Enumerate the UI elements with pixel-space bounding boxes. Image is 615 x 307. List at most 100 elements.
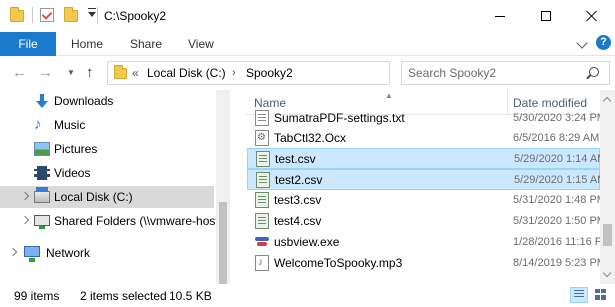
file-date: 6/5/2016 8:29 AM <box>513 132 600 144</box>
nav-item-shared-folders[interactable]: Shared Folders (\\vmware-host <box>0 210 219 232</box>
nav-item-label: Music <box>54 118 86 132</box>
nav-item-label: Shared Folders (\\vmware-host <box>54 214 219 228</box>
tab-home[interactable]: Home <box>71 32 103 56</box>
file-list-scrollbar[interactable] <box>600 90 615 284</box>
folder-icon <box>114 65 127 79</box>
large-icons-view-button[interactable] <box>592 287 610 303</box>
nav-item-label: Downloads <box>54 94 114 108</box>
help-icon[interactable]: ? <box>596 35 611 50</box>
navigation-pane-scrollbar[interactable] <box>216 90 230 284</box>
expand-icon[interactable] <box>20 191 30 201</box>
file-name: test3.csv <box>274 193 322 207</box>
ribbon-tabs: File Home Share View ? <box>0 32 615 56</box>
file-row[interactable]: usbview.exe 1/28/2016 11:16 PM <box>247 232 600 253</box>
tab-file[interactable]: File <box>0 32 56 56</box>
file-name: WelcomeToSpooky.mp3 <box>274 256 403 270</box>
file-row[interactable]: test4.csv 5/31/2020 1:50 PM <box>247 211 600 232</box>
scrollbar-thumb[interactable] <box>603 224 612 246</box>
breadcrumb-separator[interactable]: › <box>232 67 236 79</box>
file-name: test2.csv <box>275 173 323 187</box>
nav-item-local-disk[interactable]: Local Disk (C:) <box>0 186 214 208</box>
file-row[interactable]: SumatraPDF-settings.txt 5/30/2020 3:24 P… <box>247 108 600 129</box>
expand-icon[interactable] <box>20 215 30 225</box>
file-name: test4.csv <box>274 214 322 228</box>
navigation-pane: Downloads ♪ Music Pictures Videos Local … <box>0 90 230 284</box>
close-button[interactable] <box>569 0 615 32</box>
exe-file-icon <box>255 234 269 250</box>
back-arrow-icon[interactable]: ← <box>12 65 27 80</box>
file-row[interactable]: TabCtl32.Ocx 6/5/2016 8:29 AM <box>247 128 600 149</box>
search-box[interactable] <box>401 61 610 85</box>
file-name: test.csv <box>275 152 316 166</box>
file-row[interactable]: test2.csv 5/29/2020 1:15 AM <box>247 169 600 190</box>
file-row[interactable]: test3.csv 5/31/2020 1:48 PM <box>247 190 600 211</box>
file-name: SumatraPDF-settings.txt <box>274 111 405 125</box>
selection-count: 2 items selected <box>80 289 167 303</box>
downloads-icon <box>34 94 50 108</box>
breadcrumb-overflow[interactable]: « <box>132 66 139 80</box>
file-row[interactable]: test.csv 5/29/2020 1:14 AM <box>247 148 600 169</box>
minimize-button[interactable] <box>477 0 523 32</box>
nav-item-downloads[interactable]: Downloads <box>0 90 214 112</box>
address-bar[interactable]: « Local Disk (C:) › Spooky2 <box>107 61 486 85</box>
file-date: 5/31/2020 1:50 PM <box>513 215 600 227</box>
customize-quick-access-icon[interactable] <box>88 8 96 17</box>
item-count: 99 items <box>14 289 60 303</box>
csv-file-icon <box>256 151 270 167</box>
file-date: 5/30/2020 3:24 PM <box>513 112 600 124</box>
expand-icon[interactable] <box>8 247 18 257</box>
text-file-icon <box>255 110 269 126</box>
nav-item-network[interactable]: Network <box>0 242 214 264</box>
breadcrumb-local-disk[interactable]: Local Disk (C:) <box>147 66 226 80</box>
nav-item-pictures[interactable]: Pictures <box>0 138 214 160</box>
local-disk-icon <box>34 187 50 203</box>
csv-file-icon <box>256 172 270 188</box>
file-date: 5/29/2020 1:14 AM <box>514 153 600 165</box>
videos-icon <box>34 166 50 180</box>
recent-locations-icon[interactable]: ▼ <box>67 68 75 77</box>
scrollbar-thumb[interactable] <box>219 202 227 284</box>
new-folder-icon[interactable] <box>64 7 78 22</box>
properties-icon[interactable] <box>40 8 54 22</box>
csv-file-icon <box>255 192 269 208</box>
network-icon <box>24 246 40 262</box>
title-bar: C:\Spooky2 <box>0 0 615 32</box>
scroll-up-icon[interactable] <box>602 96 612 106</box>
maximize-button[interactable] <box>523 0 569 32</box>
file-row[interactable]: WelcomeToSpooky.mp3 8/14/2019 5:23 PM <box>247 253 600 274</box>
navigation-bar: ← → ▼ ↑ « Local Disk (C:) › Spooky2 <box>0 56 615 90</box>
tab-share[interactable]: Share <box>130 32 162 56</box>
selection-size: 10.5 KB <box>169 289 212 303</box>
search-icon[interactable] <box>589 67 599 77</box>
minimize-icon <box>495 15 505 17</box>
separator <box>32 7 33 23</box>
window-title: C:\Spooky2 <box>104 9 167 23</box>
nav-item-videos[interactable]: Videos <box>0 162 214 184</box>
maximize-icon <box>541 11 551 21</box>
shared-folder-icon <box>34 215 50 229</box>
separator <box>97 7 98 23</box>
nav-item-label: Local Disk (C:) <box>54 190 133 204</box>
music-icon: ♪ <box>34 116 42 133</box>
nav-item-label: Network <box>46 246 91 260</box>
file-name: usbview.exe <box>274 235 340 249</box>
expand-ribbon-icon[interactable] <box>576 37 588 49</box>
file-date: 5/31/2020 1:48 PM <box>513 194 600 206</box>
file-name: TabCtl32.Ocx <box>274 131 347 145</box>
mp3-file-icon <box>255 255 269 271</box>
nav-item-label: Pictures <box>54 142 98 156</box>
scroll-down-icon[interactable] <box>602 268 612 278</box>
details-view-button[interactable] <box>570 287 588 303</box>
tab-view[interactable]: View <box>188 32 214 56</box>
pictures-icon <box>34 142 50 156</box>
forward-arrow-icon[interactable]: → <box>38 65 53 80</box>
breadcrumb-spooky2[interactable]: Spooky2 <box>246 66 293 80</box>
nav-item-label: Videos <box>54 166 91 180</box>
folder-icon <box>10 7 24 22</box>
up-arrow-icon[interactable]: ↑ <box>86 65 94 80</box>
csv-file-icon <box>255 213 269 229</box>
nav-item-music[interactable]: ♪ Music <box>0 114 214 136</box>
search-input[interactable] <box>408 65 578 81</box>
sort-indicator-icon: ▲ <box>385 91 393 100</box>
file-date: 5/29/2020 1:15 AM <box>514 174 600 186</box>
